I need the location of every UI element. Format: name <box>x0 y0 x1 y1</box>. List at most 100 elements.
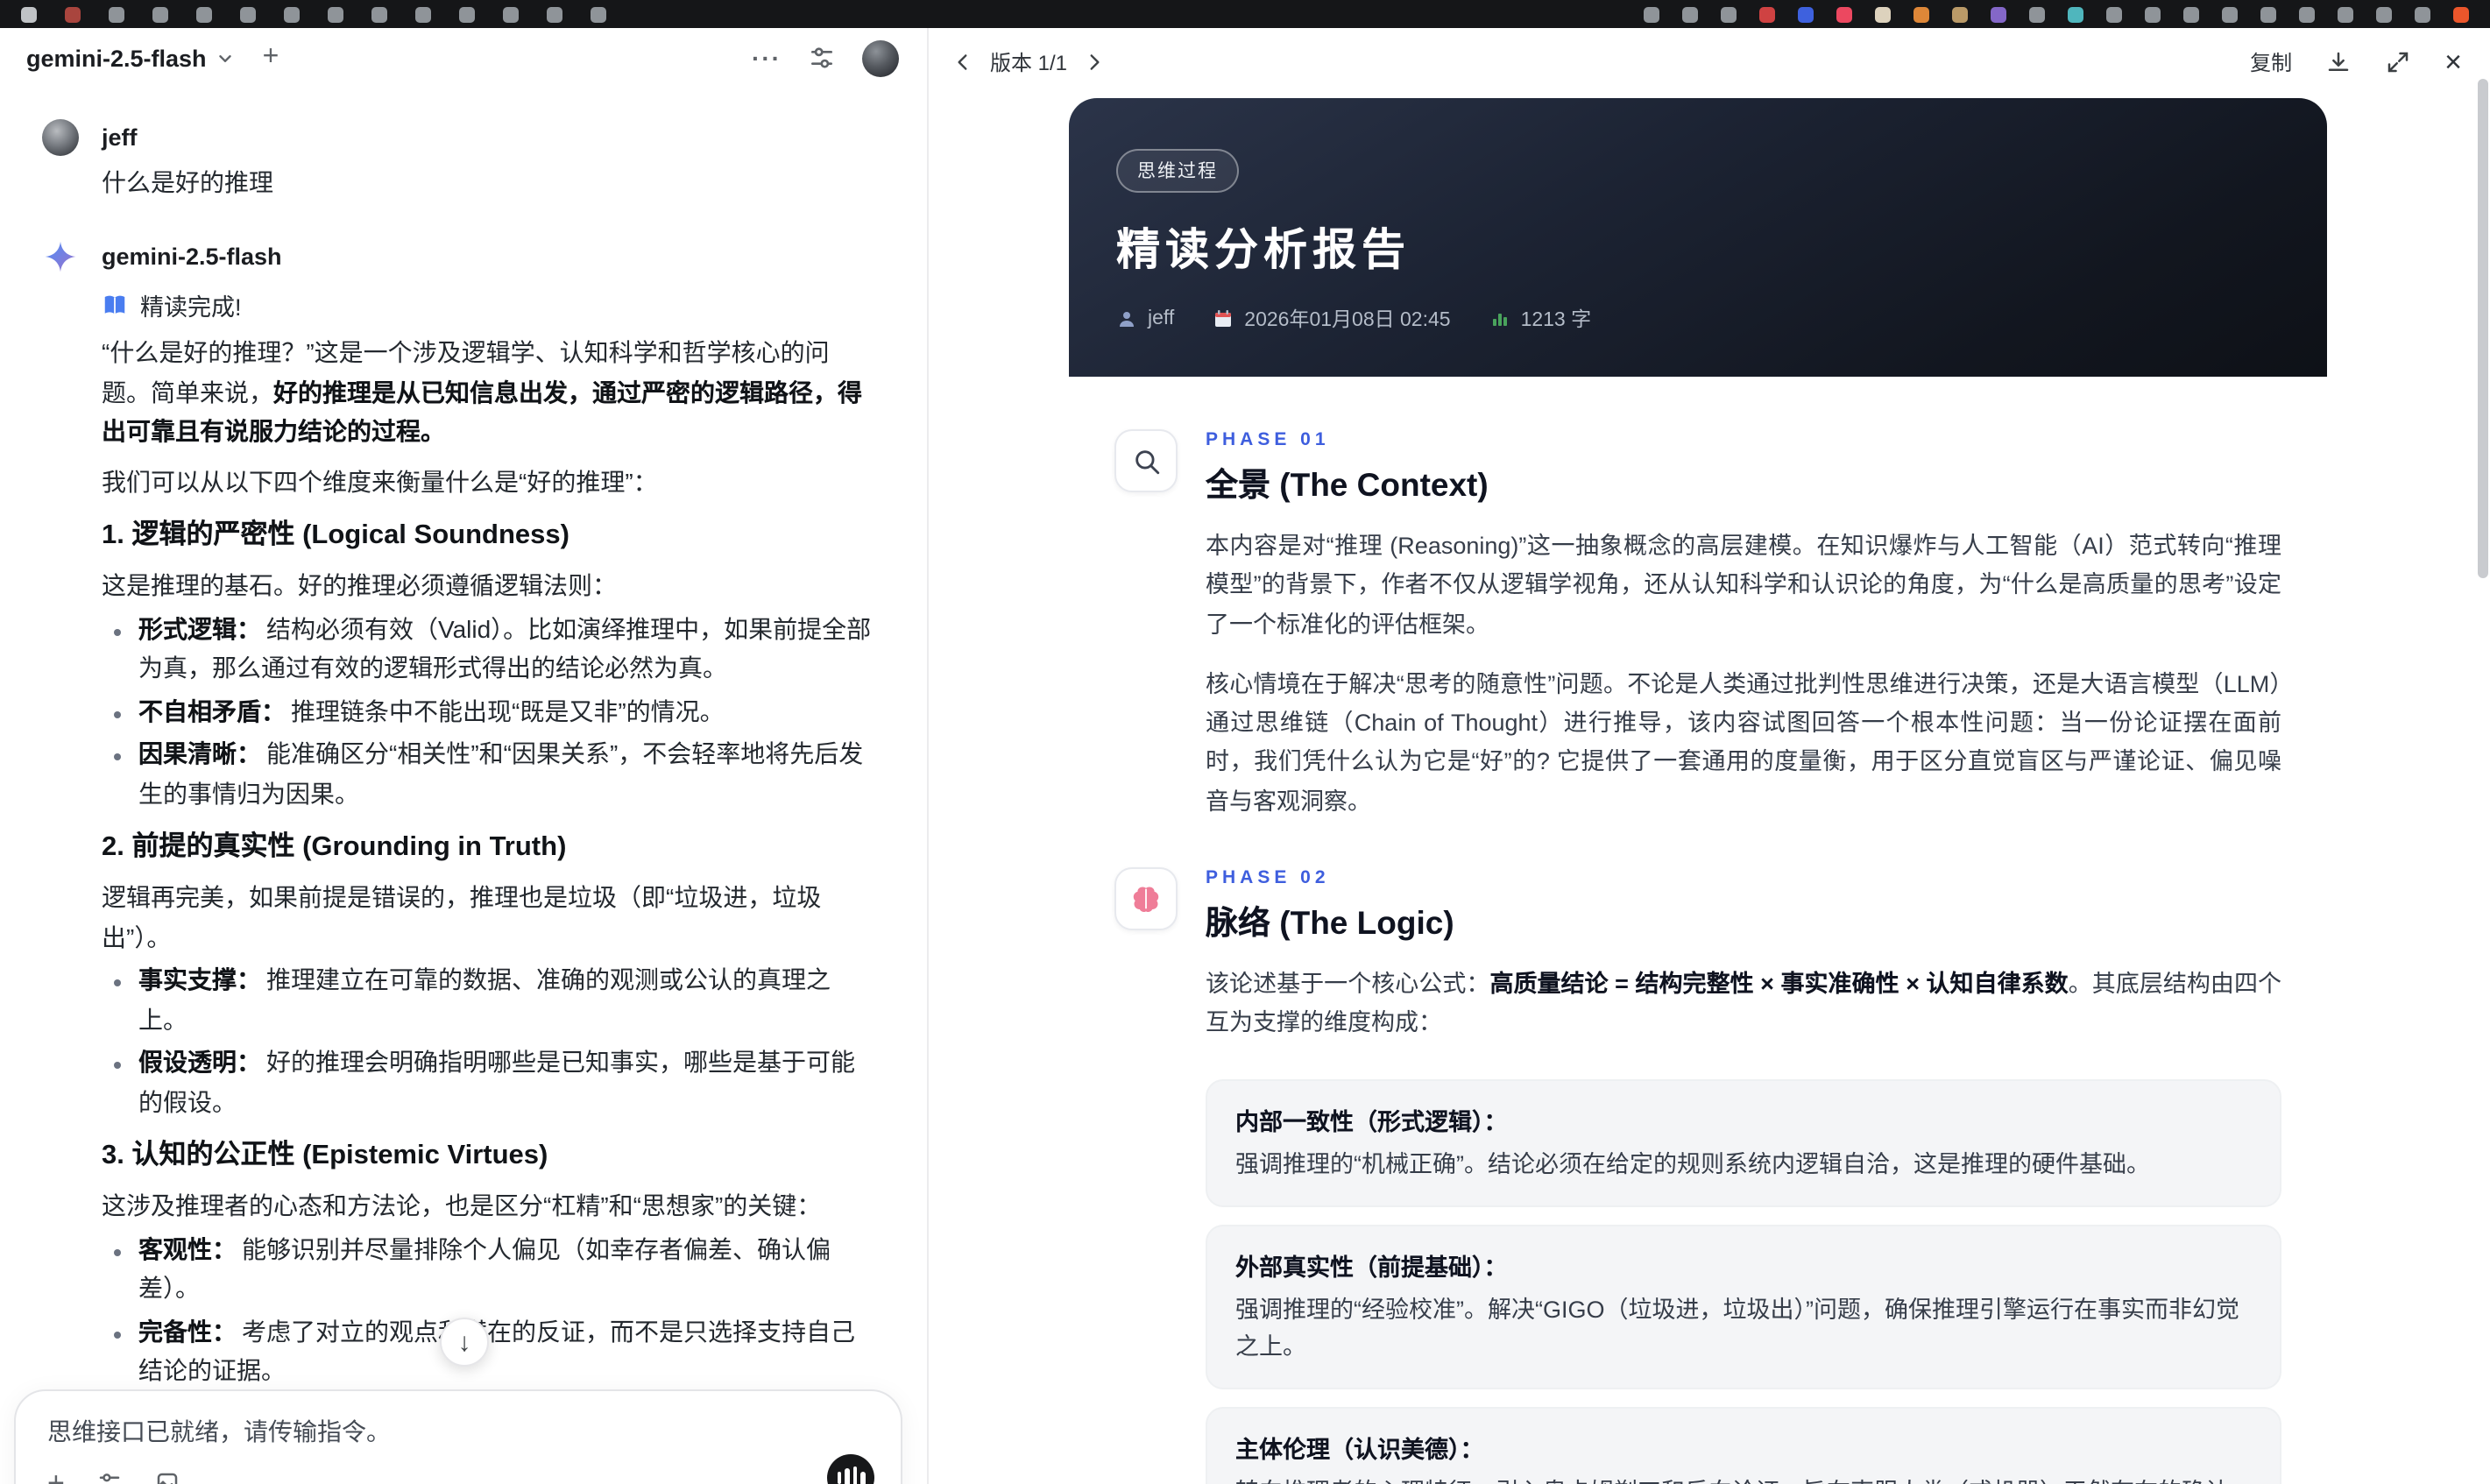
word-count-meta: 1213 字 <box>1489 305 1591 333</box>
status-icon[interactable] <box>2029 6 2045 22</box>
author-name: jeff <box>1148 308 1175 329</box>
tan-app-icon[interactable] <box>1952 6 1968 22</box>
assistant-paragraph: “什么是好的推理？”这是一个涉及逻辑学、认知科学和哲学核心的问题。简单来说，好的… <box>102 338 862 445</box>
teal-app-icon[interactable] <box>2068 6 2083 22</box>
artifact-toolbar-actions: 复制 × <box>2250 46 2462 76</box>
phase-label: PHASE 01 <box>1206 429 1330 450</box>
report-content: PHASE 01 全景 (The Context) 本内容是对“推理 (Reas… <box>1069 377 2327 1484</box>
status-icon[interactable] <box>1644 6 1659 22</box>
status-icon[interactable] <box>2415 6 2430 22</box>
status-icon[interactable] <box>1682 6 1698 22</box>
blue-app-icon[interactable] <box>1798 6 1814 22</box>
attach-button[interactable]: + <box>47 1468 65 1484</box>
composer-input[interactable]: 思维接口已就绪，请传输指令。 <box>47 1414 869 1449</box>
scrollbar-thumb[interactable] <box>2478 79 2488 578</box>
menu-item-icon[interactable] <box>459 6 475 22</box>
assistant-message: gemini-2.5-flash 精读完成! “什么是好的推理？”这是一个涉及逻… <box>42 238 874 1484</box>
user-message: jeff 什么是好的推理 <box>42 119 874 200</box>
list-item: 完备性：考虑了对立的观点和潜在的反证，而不是只选择支持自己结论的证据。 <box>138 1311 874 1390</box>
status-icon[interactable] <box>1721 6 1737 22</box>
copy-button[interactable]: 复制 <box>2250 46 2292 76</box>
list-item: 客观性：能够识别并尽量排除个人偏见（如幸存者偏差、确认偏差）。 <box>138 1229 874 1308</box>
phase-paragraph: 该论述基于一个核心公式：高质量结论 = 结构完整性 × 事实准确性 × 认知自律… <box>1206 971 2282 1036</box>
menu-item-icon[interactable] <box>503 6 519 22</box>
download-icon <box>2325 48 2352 74</box>
prev-version-button[interactable] <box>951 50 974 73</box>
orange-red-app-icon[interactable] <box>2453 6 2469 22</box>
phase-section-2: PHASE 02 脉络 (The Logic) 该论述基于一个核心公式：高质量结… <box>1114 867 2281 1484</box>
status-text: 精读完成! <box>140 294 242 321</box>
profile-avatar[interactable] <box>862 39 899 76</box>
pink-app-icon[interactable] <box>1836 6 1852 22</box>
settings-sliders-button[interactable] <box>808 44 836 72</box>
apple-icon[interactable] <box>21 6 37 22</box>
menu-item-icon[interactable] <box>591 6 606 22</box>
menu-item-icon[interactable] <box>152 6 168 22</box>
user-avatar <box>42 119 79 156</box>
sliders-icon <box>808 44 836 72</box>
menu-item-icon[interactable] <box>328 6 343 22</box>
download-button[interactable] <box>2325 48 2352 74</box>
dimension-card: 内部一致性（形式逻辑）： 强调推理的“机械正确”。结论必须在给定的规则系统内逻辑自… <box>1206 1078 2281 1207</box>
status-icon[interactable] <box>2376 6 2392 22</box>
book-icon <box>102 292 128 318</box>
status-icon[interactable] <box>2338 6 2353 22</box>
user-name: jeff <box>102 124 138 151</box>
artifact-body: 思维过程 精读分析报告 jeff 2026年01月08日 02:45 1213 … <box>930 98 2490 1484</box>
menu-item-icon[interactable] <box>196 6 212 22</box>
status-icon[interactable] <box>2299 6 2315 22</box>
voice-input-button[interactable] <box>827 1454 874 1484</box>
chat-header: gemini-2.5-flash + ··· <box>0 28 927 88</box>
status-icon[interactable] <box>2106 6 2122 22</box>
chevron-down-icon <box>216 48 235 67</box>
new-chat-button[interactable]: + <box>263 43 279 72</box>
red-app-icon[interactable] <box>1759 6 1775 22</box>
gemini-sparkle-icon <box>42 238 79 275</box>
next-version-button[interactable] <box>1083 50 1106 73</box>
purple-app-icon[interactable] <box>1991 6 2006 22</box>
more-options-button[interactable]: ··· <box>752 46 782 70</box>
status-icon[interactable] <box>2145 6 2161 22</box>
phase-section-1: PHASE 01 全景 (The Context) 本内容是对“推理 (Reas… <box>1114 429 2281 822</box>
menu-item-icon[interactable] <box>415 6 431 22</box>
section-heading: 2. 前提的真实性 (Grounding in Truth) <box>102 832 567 862</box>
canvas-button[interactable] <box>154 1470 180 1484</box>
scroll-to-bottom-button[interactable]: ↓ <box>440 1318 489 1367</box>
list-item: 因果清晰：能准确区分“相关性”和“因果关系”，不会轻率地将先后发生的事情归为因果… <box>138 734 874 813</box>
version-nav: 版本 1/1 <box>951 46 1106 76</box>
message-composer[interactable]: 思维接口已就绪，请传输指令。 + <box>14 1389 902 1484</box>
menu-item-icon[interactable] <box>240 6 256 22</box>
status-icon[interactable] <box>2183 6 2199 22</box>
menu-item-icon[interactable] <box>284 6 300 22</box>
dimension-cards: 内部一致性（形式逻辑）： 强调推理的“机械正确”。结论必须在给定的规则系统内逻辑自… <box>1206 1078 2281 1484</box>
menu-item-icon[interactable] <box>371 6 387 22</box>
cream-app-icon[interactable] <box>1875 6 1891 22</box>
model-name: gemini-2.5-flash <box>26 45 207 71</box>
menubar <box>0 0 2490 28</box>
report-card: 思维过程 精读分析报告 jeff 2026年01月08日 02:45 1213 … <box>1069 98 2327 1484</box>
chat-messages[interactable]: jeff 什么是好的推理 gemini-2.5-flash 精读完成! “什么是… <box>0 116 927 1484</box>
bar-chart-icon <box>1489 308 1510 329</box>
orange-app-icon[interactable] <box>1913 6 1929 22</box>
phase-title: 全景 (The Context) <box>1206 466 1489 503</box>
arrow-down-icon: ↓ <box>457 1327 471 1357</box>
fullscreen-button[interactable] <box>2385 48 2411 74</box>
close-button[interactable]: × <box>2444 46 2462 76</box>
phase-paragraph: 本内容是对“推理 (Reasoning)”这一抽象概念的高层建模。在知识爆炸与人… <box>1206 533 2281 638</box>
close-icon: × <box>2444 45 2462 78</box>
brain-icon-box <box>1114 867 1178 931</box>
waveform-icon <box>837 1472 841 1484</box>
menu-item-icon[interactable] <box>547 6 562 22</box>
tools-button[interactable] <box>96 1470 123 1484</box>
model-selector[interactable]: gemini-2.5-flash <box>26 45 235 71</box>
report-date: 2026年01月08日 02:45 <box>1244 310 1451 331</box>
status-icon[interactable] <box>2222 6 2238 22</box>
menu-item-icon[interactable] <box>109 6 124 22</box>
scrollbar <box>2478 32 2488 1480</box>
recording-dot-icon[interactable] <box>65 6 81 22</box>
section-desc: 这涉及推理者的心态和方法论，也是区分“杠精”和“思想家”的关键： <box>102 1191 822 1219</box>
assistant-name: gemini-2.5-flash <box>102 244 282 270</box>
status-line: 精读完成! <box>102 287 874 322</box>
status-icon[interactable] <box>2260 6 2276 22</box>
report-header: 思维过程 精读分析报告 jeff 2026年01月08日 02:45 1213 … <box>1069 98 2327 377</box>
